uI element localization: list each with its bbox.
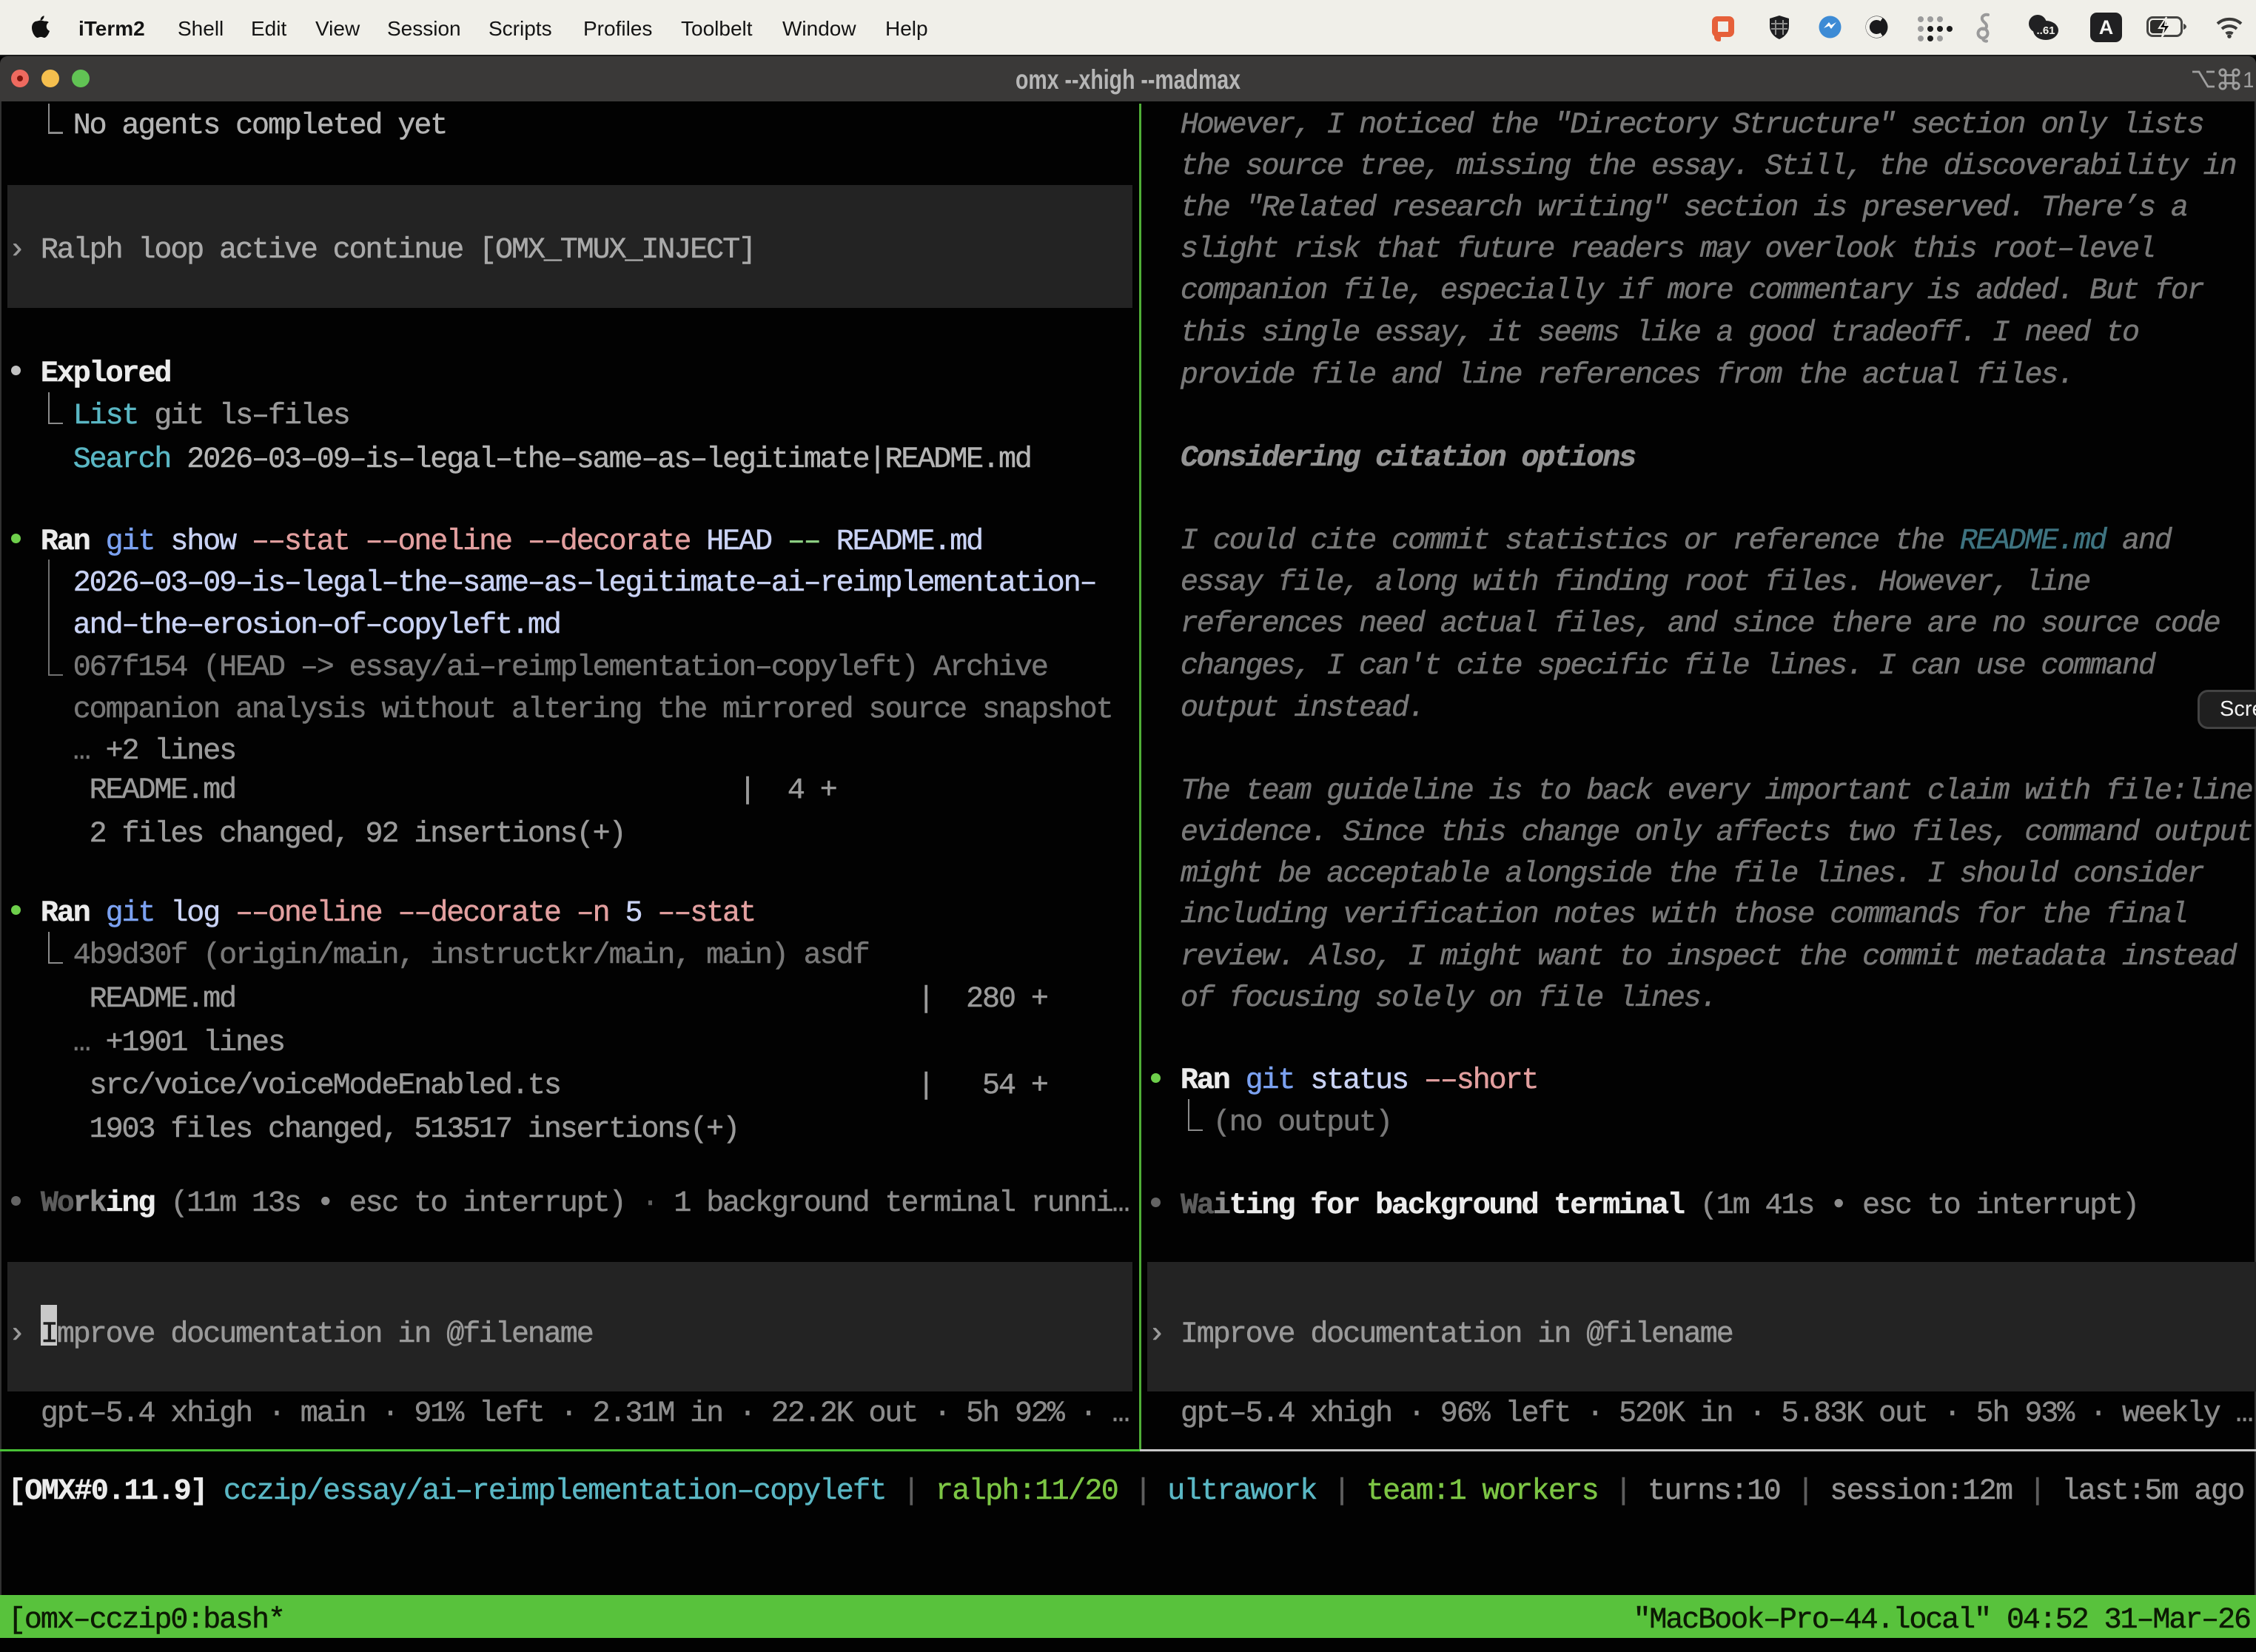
svg-text:..61: ..61 [2036, 24, 2055, 37]
svg-text:1: 1 [2243, 68, 2253, 92]
